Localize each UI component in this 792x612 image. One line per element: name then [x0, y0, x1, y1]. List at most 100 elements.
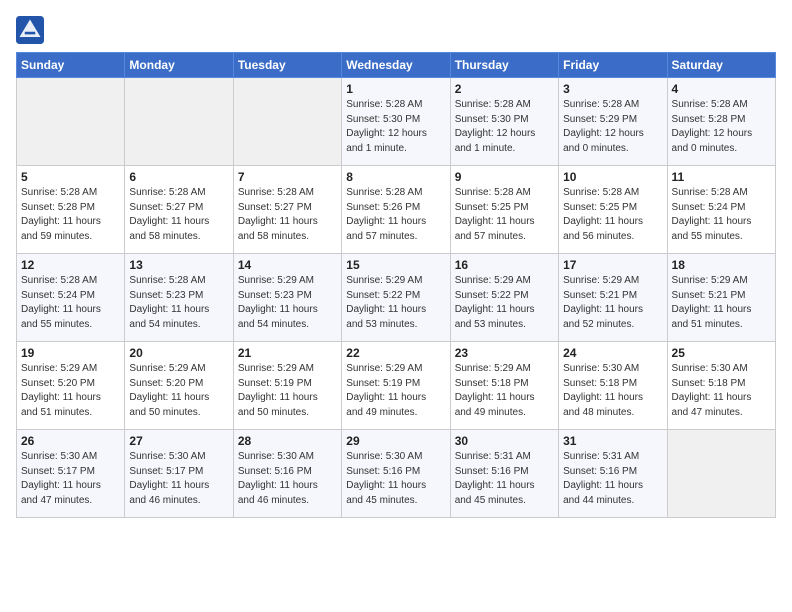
calendar-week-row: 12 Sunrise: 5:28 AMSunset: 5:24 PMDayligh…	[17, 254, 776, 342]
calendar-cell: 27 Sunrise: 5:30 AMSunset: 5:17 PMDayligh…	[125, 430, 233, 518]
day-number: 26	[21, 434, 120, 448]
day-number: 22	[346, 346, 445, 360]
day-number: 2	[455, 82, 554, 96]
day-number: 13	[129, 258, 228, 272]
day-number: 16	[455, 258, 554, 272]
weekday-header-sunday: Sunday	[17, 53, 125, 78]
weekday-header-saturday: Saturday	[667, 53, 775, 78]
day-number: 19	[21, 346, 120, 360]
calendar-cell: 23 Sunrise: 5:29 AMSunset: 5:18 PMDayligh…	[450, 342, 558, 430]
calendar-cell: 20Sunrise: 5:29 AMSunset: 5:20 PMDayligh…	[125, 342, 233, 430]
day-info: Sunrise: 5:30 AMSunset: 5:18 PMDaylight:…	[563, 362, 662, 420]
calendar-cell: 17 Sunrise: 5:29 AMSunset: 5:21 PMDayligh…	[559, 254, 667, 342]
day-info: Sunrise: 5:30 AMSunset: 5:17 PMDaylight:…	[21, 450, 120, 508]
calendar-cell: 30Sunrise: 5:31 AMSunset: 5:16 PMDayligh…	[450, 430, 558, 518]
day-info: Sunrise: 5:29 AMSunset: 5:22 PMDaylight:…	[346, 274, 445, 332]
day-info: Sunrise: 5:29 AMSunset: 5:20 PMDaylight:…	[21, 362, 120, 420]
day-number: 7	[238, 170, 337, 184]
day-number: 31	[563, 434, 662, 448]
calendar-week-row: 26 Sunrise: 5:30 AMSunset: 5:17 PMDayligh…	[17, 430, 776, 518]
calendar-cell: 31Sunrise: 5:31 AMSunset: 5:16 PMDayligh…	[559, 430, 667, 518]
day-info: Sunrise: 5:28 AMSunset: 5:28 PMDaylight:…	[672, 98, 771, 156]
day-number: 18	[672, 258, 771, 272]
calendar-cell	[125, 78, 233, 166]
day-number: 29	[346, 434, 445, 448]
day-info: Sunrise: 5:28 AMSunset: 5:23 PMDaylight:…	[129, 274, 228, 332]
calendar-cell: 26 Sunrise: 5:30 AMSunset: 5:17 PMDayligh…	[17, 430, 125, 518]
day-number: 3	[563, 82, 662, 96]
day-number: 27	[129, 434, 228, 448]
day-info: Sunrise: 5:28 AMSunset: 5:24 PMDaylight:…	[672, 186, 771, 244]
calendar-cell: 21 Sunrise: 5:29 AMSunset: 5:19 PMDayligh…	[233, 342, 341, 430]
day-number: 25	[672, 346, 771, 360]
calendar-cell: 8 Sunrise: 5:28 AMSunset: 5:26 PMDaylight…	[342, 166, 450, 254]
weekday-header-thursday: Thursday	[450, 53, 558, 78]
day-number: 14	[238, 258, 337, 272]
logo	[16, 16, 48, 44]
day-info: Sunrise: 5:29 AMSunset: 5:18 PMDaylight:…	[455, 362, 554, 420]
weekday-header-friday: Friday	[559, 53, 667, 78]
page-header	[16, 16, 776, 44]
day-info: Sunrise: 5:28 AMSunset: 5:27 PMDaylight:…	[238, 186, 337, 244]
day-number: 17	[563, 258, 662, 272]
calendar-cell: 22Sunrise: 5:29 AMSunset: 5:19 PMDayligh…	[342, 342, 450, 430]
calendar-cell: 15 Sunrise: 5:29 AMSunset: 5:22 PMDayligh…	[342, 254, 450, 342]
weekday-header-wednesday: Wednesday	[342, 53, 450, 78]
day-info: Sunrise: 5:28 AMSunset: 5:27 PMDaylight:…	[129, 186, 228, 244]
day-number: 11	[672, 170, 771, 184]
day-info: Sunrise: 5:28 AMSunset: 5:28 PMDaylight:…	[21, 186, 120, 244]
calendar-cell: 5Sunrise: 5:28 AMSunset: 5:28 PMDaylight…	[17, 166, 125, 254]
calendar-cell: 9Sunrise: 5:28 AMSunset: 5:25 PMDaylight…	[450, 166, 558, 254]
calendar-cell: 6 Sunrise: 5:28 AMSunset: 5:27 PMDaylight…	[125, 166, 233, 254]
calendar-cell: 28Sunrise: 5:30 AMSunset: 5:16 PMDayligh…	[233, 430, 341, 518]
day-info: Sunrise: 5:29 AMSunset: 5:19 PMDaylight:…	[238, 362, 337, 420]
calendar-cell	[667, 430, 775, 518]
weekday-header-row: SundayMondayTuesdayWednesdayThursdayFrid…	[17, 53, 776, 78]
day-info: Sunrise: 5:28 AMSunset: 5:25 PMDaylight:…	[563, 186, 662, 244]
weekday-header-monday: Monday	[125, 53, 233, 78]
day-info: Sunrise: 5:28 AMSunset: 5:30 PMDaylight:…	[455, 98, 554, 156]
day-number: 6	[129, 170, 228, 184]
day-info: Sunrise: 5:29 AMSunset: 5:21 PMDaylight:…	[563, 274, 662, 332]
calendar-cell: 14 Sunrise: 5:29 AMSunset: 5:23 PMDayligh…	[233, 254, 341, 342]
day-info: Sunrise: 5:30 AMSunset: 5:17 PMDaylight:…	[129, 450, 228, 508]
day-number: 10	[563, 170, 662, 184]
day-info: Sunrise: 5:29 AMSunset: 5:23 PMDaylight:…	[238, 274, 337, 332]
calendar-cell	[17, 78, 125, 166]
calendar-body: 1Sunrise: 5:28 AMSunset: 5:30 PMDaylight…	[17, 78, 776, 518]
day-info: Sunrise: 5:30 AMSunset: 5:16 PMDaylight:…	[346, 450, 445, 508]
calendar-cell: 10 Sunrise: 5:28 AMSunset: 5:25 PMDayligh…	[559, 166, 667, 254]
calendar-week-row: 1Sunrise: 5:28 AMSunset: 5:30 PMDaylight…	[17, 78, 776, 166]
day-number: 12	[21, 258, 120, 272]
day-info: Sunrise: 5:28 AMSunset: 5:30 PMDaylight:…	[346, 98, 445, 156]
calendar-cell	[233, 78, 341, 166]
day-number: 9	[455, 170, 554, 184]
calendar-cell: 1Sunrise: 5:28 AMSunset: 5:30 PMDaylight…	[342, 78, 450, 166]
day-info: Sunrise: 5:28 AMSunset: 5:29 PMDaylight:…	[563, 98, 662, 156]
day-number: 23	[455, 346, 554, 360]
day-number: 21	[238, 346, 337, 360]
logo-icon	[16, 16, 44, 44]
day-number: 24	[563, 346, 662, 360]
calendar-cell: 24 Sunrise: 5:30 AMSunset: 5:18 PMDayligh…	[559, 342, 667, 430]
calendar-cell: 25 Sunrise: 5:30 AMSunset: 5:18 PMDayligh…	[667, 342, 775, 430]
calendar-cell: 16 Sunrise: 5:29 AMSunset: 5:22 PMDayligh…	[450, 254, 558, 342]
weekday-header-tuesday: Tuesday	[233, 53, 341, 78]
day-info: Sunrise: 5:31 AMSunset: 5:16 PMDaylight:…	[455, 450, 554, 508]
day-number: 8	[346, 170, 445, 184]
day-number: 15	[346, 258, 445, 272]
day-info: Sunrise: 5:29 AMSunset: 5:22 PMDaylight:…	[455, 274, 554, 332]
calendar-cell: 3 Sunrise: 5:28 AMSunset: 5:29 PMDaylight…	[559, 78, 667, 166]
calendar-cell: 4 Sunrise: 5:28 AMSunset: 5:28 PMDaylight…	[667, 78, 775, 166]
day-info: Sunrise: 5:28 AMSunset: 5:26 PMDaylight:…	[346, 186, 445, 244]
calendar-week-row: 5Sunrise: 5:28 AMSunset: 5:28 PMDaylight…	[17, 166, 776, 254]
day-info: Sunrise: 5:28 AMSunset: 5:24 PMDaylight:…	[21, 274, 120, 332]
day-info: Sunrise: 5:30 AMSunset: 5:18 PMDaylight:…	[672, 362, 771, 420]
calendar-cell: 11 Sunrise: 5:28 AMSunset: 5:24 PMDayligh…	[667, 166, 775, 254]
calendar-cell: 7 Sunrise: 5:28 AMSunset: 5:27 PMDaylight…	[233, 166, 341, 254]
calendar-cell: 12 Sunrise: 5:28 AMSunset: 5:24 PMDayligh…	[17, 254, 125, 342]
calendar-week-row: 19 Sunrise: 5:29 AMSunset: 5:20 PMDayligh…	[17, 342, 776, 430]
day-number: 4	[672, 82, 771, 96]
day-info: Sunrise: 5:30 AMSunset: 5:16 PMDaylight:…	[238, 450, 337, 508]
day-number: 20	[129, 346, 228, 360]
